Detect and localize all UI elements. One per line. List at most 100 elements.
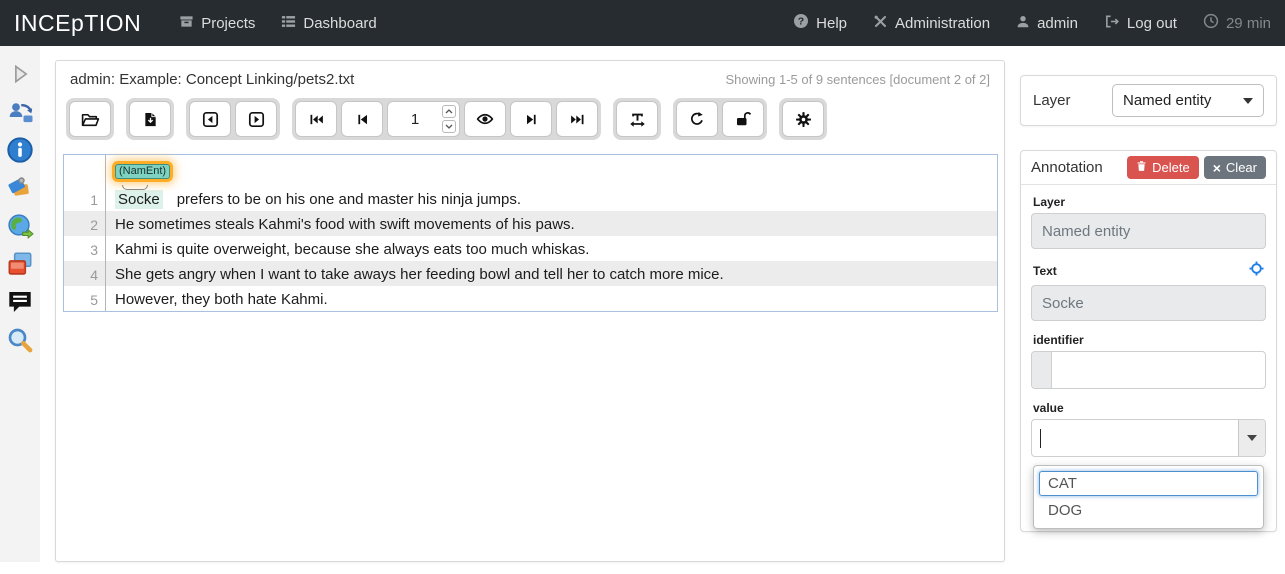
unlock-button[interactable]	[722, 101, 764, 137]
jump-to-annotation-icon[interactable]	[1249, 261, 1264, 281]
previous-document-button[interactable]	[189, 101, 231, 137]
regenerate-button[interactable]	[676, 101, 718, 137]
sentence-text[interactable]: However, they both hate Kahmi.	[106, 289, 336, 311]
right-sidebar: Layer Named entity Annotation Delete × C…	[1020, 60, 1277, 532]
sentence-panel: 1 (NamEnt) Sockeprefers to be on his one…	[63, 154, 998, 312]
identifier-field-label: identifier	[1033, 333, 1084, 347]
session-timer-value: 29 min	[1226, 15, 1271, 32]
text-field-value: Socke	[1031, 285, 1266, 321]
first-page-button[interactable]	[295, 101, 337, 137]
value-dropdown-list: CAT DOG	[1033, 465, 1264, 529]
session-timer: 29 min	[1203, 13, 1271, 33]
comment-icon[interactable]	[6, 288, 34, 316]
page-decrement-button[interactable]	[442, 120, 456, 133]
archive-icon	[179, 14, 194, 33]
list-icon	[281, 14, 296, 33]
delete-annotation-button[interactable]: Delete	[1127, 156, 1199, 179]
nav-user-label: admin	[1037, 15, 1078, 32]
nav-help[interactable]: ? Help	[793, 13, 847, 33]
layer-field-value: Named entity	[1031, 213, 1266, 249]
identifier-addon	[1032, 352, 1052, 388]
annotation-connector	[122, 185, 148, 190]
sentence-row: 2 He sometimes steals Kahmi's food with …	[64, 211, 997, 236]
dropdown-option-dog[interactable]: DOG	[1039, 498, 1258, 523]
clear-annotation-button[interactable]: × Clear	[1204, 156, 1266, 179]
last-page-button[interactable]	[556, 101, 598, 137]
delete-button-label: Delete	[1152, 160, 1190, 175]
tags-icon[interactable]	[6, 174, 34, 202]
user-icon	[1016, 14, 1030, 33]
app-brand[interactable]: INCEpTION	[14, 10, 141, 37]
settings-button[interactable]	[782, 101, 824, 137]
nav-projects[interactable]: Projects	[179, 14, 255, 33]
nav-user[interactable]: admin	[1016, 14, 1078, 33]
line-number: 3	[64, 236, 106, 261]
search-icon[interactable]	[6, 326, 34, 354]
nav-projects-label: Projects	[201, 15, 255, 32]
layer-select-value: Named entity	[1123, 92, 1211, 109]
sentence-row: 4 She gets angry when I want to take awa…	[64, 261, 997, 286]
left-sidebar	[0, 46, 40, 562]
annotation-label-chip[interactable]: (NamEnt)	[115, 164, 170, 179]
dropdown-option-cat[interactable]: CAT	[1039, 471, 1258, 496]
caret-down-icon	[1247, 435, 1257, 441]
text-field-label: Text	[1033, 264, 1057, 278]
sentence-row: 1 (NamEnt) Sockeprefers to be on his one…	[64, 155, 997, 211]
user-sync-icon[interactable]	[6, 98, 34, 126]
info-icon[interactable]	[6, 136, 34, 164]
close-icon: ×	[1213, 161, 1221, 175]
focus-view-button[interactable]	[464, 101, 506, 137]
value-input[interactable]	[1032, 420, 1238, 456]
identifier-field[interactable]	[1031, 351, 1266, 389]
value-field-label: value	[1033, 401, 1064, 415]
document-panel: admin: Example: Concept Linking/pets2.tx…	[55, 60, 1005, 562]
layer-selector-label: Layer	[1033, 92, 1071, 109]
document-title: admin: Example: Concept Linking/pets2.tx…	[70, 71, 354, 88]
nav-administration-label: Administration	[895, 15, 990, 32]
layer-select-dropdown[interactable]: Named entity	[1112, 84, 1264, 117]
text-width-button[interactable]	[616, 101, 658, 137]
next-document-button[interactable]	[235, 101, 277, 137]
previous-page-button[interactable]	[341, 101, 383, 137]
annotated-span[interactable]: Socke	[115, 190, 163, 209]
trash-icon	[1136, 160, 1147, 175]
sentence-text[interactable]: He sometimes steals Kahmi's food with sw…	[106, 214, 583, 236]
value-combobox[interactable]	[1031, 419, 1266, 457]
text-cursor	[1040, 429, 1041, 448]
showing-status: Showing 1-5 of 9 sentences [document 2 o…	[725, 72, 990, 87]
tools-icon	[873, 14, 888, 33]
sentence-row: 3 Kahmi is quite overweight, because she…	[64, 236, 997, 261]
caret-down-icon	[1243, 98, 1253, 104]
next-page-button[interactable]	[510, 101, 552, 137]
sentence-text[interactable]: Kahmi is quite overweight, because she a…	[106, 239, 597, 261]
sentence-text[interactable]: (NamEnt) Socke prefers to be on his one a…	[106, 159, 529, 211]
nav-logout[interactable]: Log out	[1104, 14, 1177, 33]
annotation-panel-title: Annotation	[1031, 159, 1103, 176]
globe-link-icon[interactable]	[6, 212, 34, 240]
sentence-remainder[interactable]: prefers to be on his one and master his …	[177, 191, 521, 208]
page-number-value[interactable]: 1	[388, 102, 442, 136]
annotation-detail-card: Annotation Delete × Clear Layer Named en…	[1020, 150, 1277, 532]
value-dropdown-button[interactable]	[1238, 420, 1265, 456]
sidebar-expand-icon[interactable]	[6, 60, 34, 88]
page-number-input[interactable]: 1	[387, 101, 460, 137]
nav-logout-label: Log out	[1127, 15, 1177, 32]
nav-administration[interactable]: Administration	[873, 14, 990, 33]
nav-dashboard[interactable]: Dashboard	[281, 14, 376, 33]
export-document-button[interactable]	[129, 101, 171, 137]
nav-help-label: Help	[816, 15, 847, 32]
images-icon[interactable]	[6, 250, 34, 278]
top-navbar: INCEpTION Projects Dashboard ? Help Admi…	[0, 0, 1285, 46]
nav-dashboard-label: Dashboard	[303, 15, 376, 32]
page-increment-button[interactable]	[442, 105, 456, 118]
annotation-toolbar: 1	[56, 92, 1004, 146]
identifier-input[interactable]	[1052, 352, 1265, 388]
clock-icon	[1203, 13, 1219, 33]
sentence-text[interactable]: She gets angry when I want to take aways…	[106, 264, 732, 286]
layer-selector-card: Layer Named entity	[1020, 75, 1277, 126]
line-number: 4	[64, 261, 106, 286]
open-document-button[interactable]	[69, 101, 111, 137]
line-number: 5	[64, 286, 106, 311]
help-icon: ?	[793, 13, 809, 33]
sentence-row: 5 However, they both hate Kahmi.	[64, 286, 997, 311]
